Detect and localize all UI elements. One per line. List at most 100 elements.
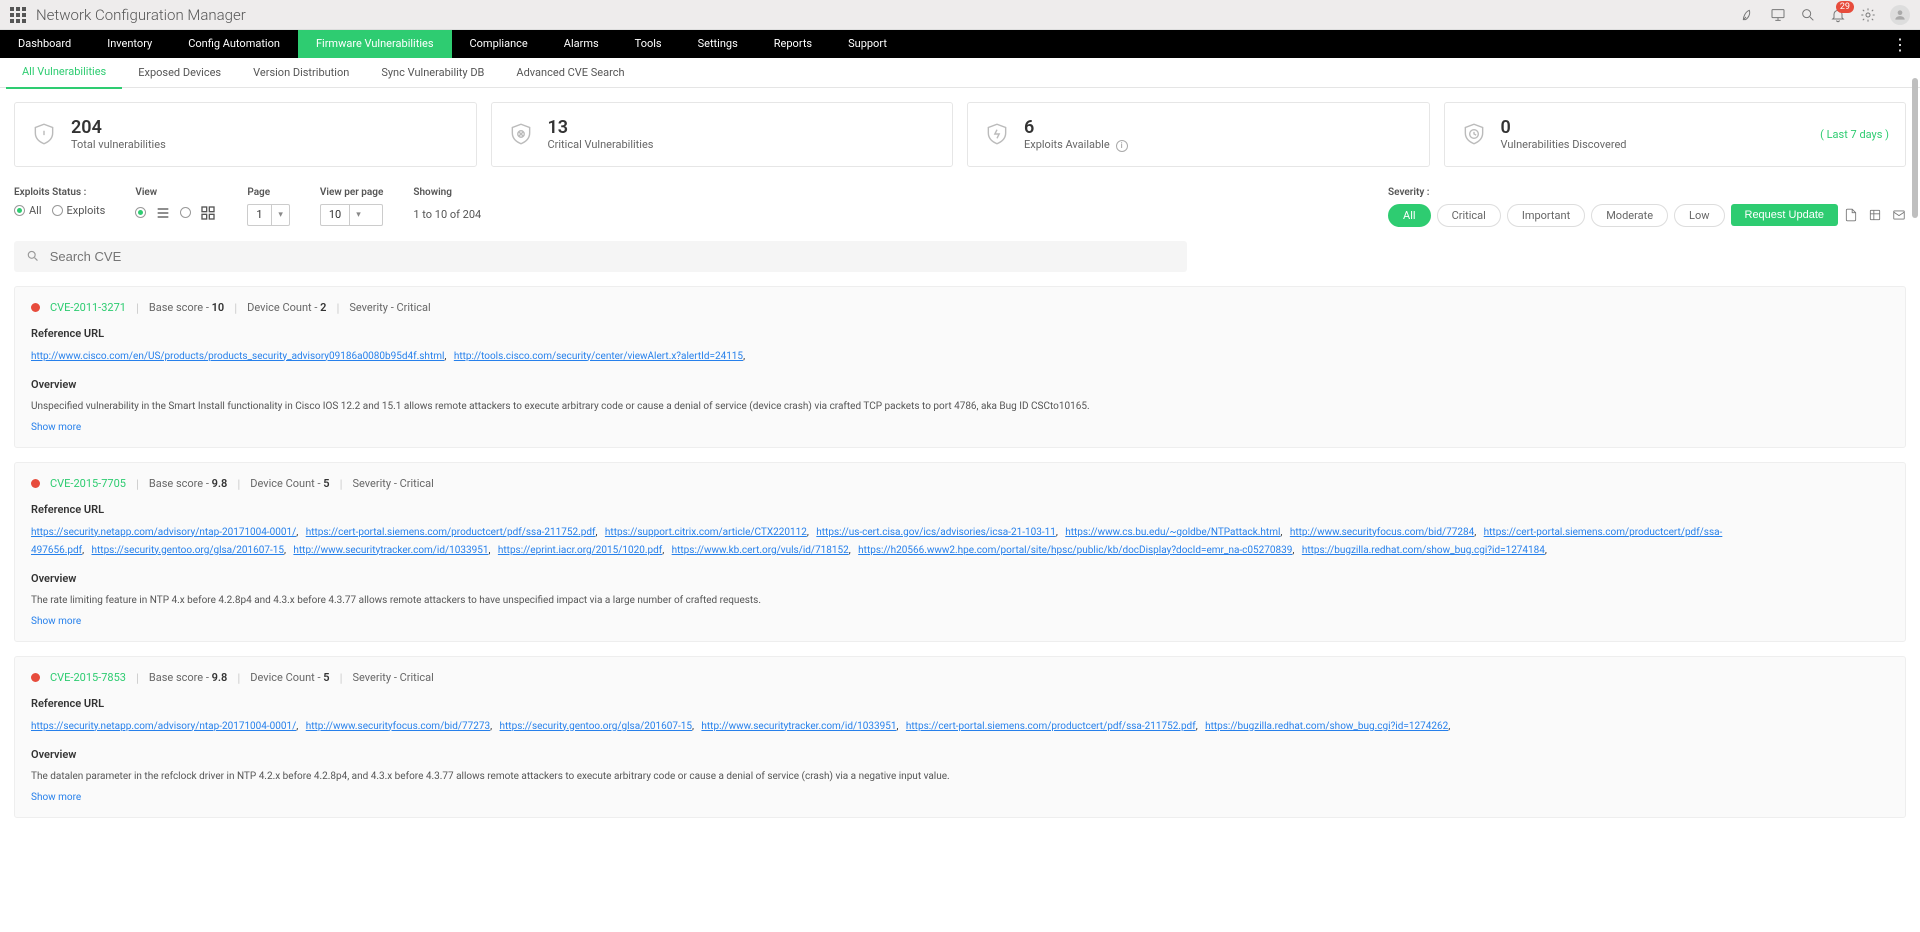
stat-value: 6 [1024, 117, 1128, 138]
severity-pill-important[interactable]: Important [1507, 204, 1585, 227]
sub-nav-sync-vulnerability-db[interactable]: Sync Vulnerability DB [365, 58, 500, 88]
severity-text: Severity - Critical [353, 671, 434, 684]
stat-link[interactable]: ( Last 7 days ) [1820, 128, 1889, 141]
reference-url-link[interactable]: http://www.securityfocus.com/bid/77284 [1290, 527, 1474, 538]
reference-url-link[interactable]: https://www.kb.cert.org/vuls/id/718152 [672, 545, 849, 556]
show-more-link[interactable]: Show more [31, 616, 1889, 627]
gear-icon[interactable] [1860, 7, 1876, 23]
reference-url-link[interactable]: https://security.netapp.com/advisory/nta… [31, 527, 296, 538]
reference-url-link[interactable]: http://www.securityfocus.com/bid/77273 [306, 721, 490, 732]
stat-card-2[interactable]: 6Exploits Availablei [967, 102, 1430, 167]
search-box[interactable] [14, 241, 1187, 272]
main-nav-config-automation[interactable]: Config Automation [170, 30, 298, 58]
overview-heading: Overview [31, 378, 1889, 391]
radio-exploits-all[interactable]: All [14, 204, 42, 217]
base-score: Base score - 10 [149, 301, 224, 314]
main-nav-reports[interactable]: Reports [756, 30, 830, 58]
cve-card: CVE-2015-7705|Base score - 9.8|Device Co… [14, 462, 1906, 642]
search-input[interactable] [50, 249, 1175, 264]
main-nav-firmware-vulnerabilities[interactable]: Firmware Vulnerabilities [298, 30, 452, 58]
reference-url-link[interactable]: https://cert-portal.siemens.com/productc… [906, 721, 1196, 732]
exploits-status-label: Exploits Status : [14, 187, 105, 198]
search-icon [26, 249, 40, 263]
shield-icon [31, 121, 57, 147]
reference-url-link[interactable]: https://security.netapp.com/advisory/nta… [31, 721, 296, 732]
sub-nav-exposed-devices[interactable]: Exposed Devices [122, 58, 237, 88]
reference-url-link[interactable]: http://www.securitytracker.com/id/103395… [701, 721, 896, 732]
cve-id-link[interactable]: CVE-2015-7705 [50, 477, 126, 490]
avatar[interactable] [1890, 5, 1910, 25]
cve-card: CVE-2015-7853|Base score - 9.8|Device Co… [14, 656, 1906, 818]
view-label: View [135, 187, 217, 198]
severity-pill-moderate[interactable]: Moderate [1591, 204, 1668, 227]
reference-url-link[interactable]: https://cert-portal.siemens.com/productc… [306, 527, 596, 538]
reference-url-link[interactable]: https://us-cert.cisa.gov/ics/advisories/… [816, 527, 1056, 538]
request-update-button[interactable]: Request Update [1731, 204, 1839, 226]
severity-dot [31, 303, 40, 312]
showing-label: Showing [413, 187, 481, 198]
search-icon[interactable] [1800, 7, 1816, 23]
monitor-icon[interactable] [1770, 7, 1786, 23]
export-csv-icon[interactable] [1868, 208, 1882, 222]
show-more-link[interactable]: Show more [31, 792, 1889, 803]
sub-nav-advanced-cve-search[interactable]: Advanced CVE Search [500, 58, 640, 88]
shield-icon [984, 121, 1010, 147]
reference-url-link[interactable]: https://eprint.iacr.org/2015/1020.pdf [498, 545, 662, 556]
reference-url-link[interactable]: http://www.cisco.com/en/US/products/prod… [31, 351, 444, 362]
overview-heading: Overview [31, 748, 1889, 761]
reference-url-link[interactable]: https://security.gentoo.org/glsa/201607-… [92, 545, 284, 556]
export-pdf-icon[interactable] [1844, 208, 1858, 222]
main-nav-alarms[interactable]: Alarms [546, 30, 617, 58]
device-count: Device Count - 5 [250, 477, 329, 490]
view-per-page-select[interactable]: 10▾ [320, 204, 384, 226]
radio-exploits-only[interactable]: Exploits [52, 204, 106, 217]
overview-text: Unspecified vulnerability in the Smart I… [31, 399, 1889, 414]
view-list-icon[interactable] [154, 204, 172, 222]
main-nav-tools[interactable]: Tools [617, 30, 680, 58]
stat-card-1[interactable]: 13Critical Vulnerabilities [491, 102, 954, 167]
cve-id-link[interactable]: CVE-2011-3271 [50, 301, 126, 314]
main-nav-support[interactable]: Support [830, 30, 905, 58]
more-menu-icon[interactable]: ⋮ [1880, 35, 1920, 54]
device-count: Device Count - 5 [250, 671, 329, 684]
reference-urls: https://security.netapp.com/advisory/nta… [31, 718, 1889, 736]
stat-label: Total vulnerabilities [71, 138, 166, 151]
scrollbar-thumb[interactable] [1912, 78, 1918, 218]
bell-icon[interactable]: 29 [1830, 7, 1846, 23]
cve-id-link[interactable]: CVE-2015-7853 [50, 671, 126, 684]
stat-value: 204 [71, 117, 166, 138]
overview-text: The rate limiting feature in NTP 4.x bef… [31, 593, 1889, 608]
sub-nav-version-distribution[interactable]: Version Distribution [237, 58, 365, 88]
stat-card-0[interactable]: 204Total vulnerabilities [14, 102, 477, 167]
main-nav-compliance[interactable]: Compliance [452, 30, 546, 58]
view-radio-list[interactable] [135, 207, 146, 218]
view-grid-icon[interactable] [199, 204, 217, 222]
rocket-icon[interactable] [1740, 7, 1756, 23]
reference-urls: https://security.netapp.com/advisory/nta… [31, 524, 1889, 560]
severity-text: Severity - Critical [349, 301, 430, 314]
severity-pill-low[interactable]: Low [1674, 204, 1724, 227]
severity-pill-all[interactable]: All [1388, 204, 1431, 227]
reference-url-link[interactable]: http://tools.cisco.com/security/center/v… [454, 351, 743, 362]
severity-pill-critical[interactable]: Critical [1437, 204, 1501, 227]
stat-card-3[interactable]: 0Vulnerabilities Discovered( Last 7 days… [1444, 102, 1907, 167]
view-radio-grid[interactable] [180, 207, 191, 218]
reference-url-link[interactable]: https://security.gentoo.org/glsa/201607-… [500, 721, 692, 732]
reference-url-link[interactable]: https://bugzilla.redhat.com/show_bug.cgi… [1302, 545, 1545, 556]
reference-url-link[interactable]: https://h20566.www2.hpe.com/portal/site/… [858, 545, 1292, 556]
info-icon[interactable]: i [1116, 140, 1128, 152]
main-nav-dashboard[interactable]: Dashboard [0, 30, 89, 58]
main-nav-settings[interactable]: Settings [680, 30, 756, 58]
page-select[interactable]: 1▾ [247, 204, 290, 226]
reference-url-link[interactable]: https://www.cs.bu.edu/~goldbe/NTPattack.… [1065, 527, 1280, 538]
email-icon[interactable] [1892, 208, 1906, 222]
main-nav-inventory[interactable]: Inventory [89, 30, 170, 58]
reference-url-link[interactable]: http://www.securitytracker.com/id/103395… [293, 545, 488, 556]
reference-url-link[interactable]: https://bugzilla.redhat.com/show_bug.cgi… [1205, 721, 1448, 732]
reference-url-heading: Reference URL [31, 327, 1889, 340]
base-score: Base score - 9.8 [149, 671, 227, 684]
reference-url-link[interactable]: https://support.citrix.com/article/CTX22… [605, 527, 807, 538]
apps-grid-icon[interactable] [10, 7, 26, 23]
show-more-link[interactable]: Show more [31, 422, 1889, 433]
sub-nav-all-vulnerabilities[interactable]: All Vulnerabilities [6, 57, 122, 89]
